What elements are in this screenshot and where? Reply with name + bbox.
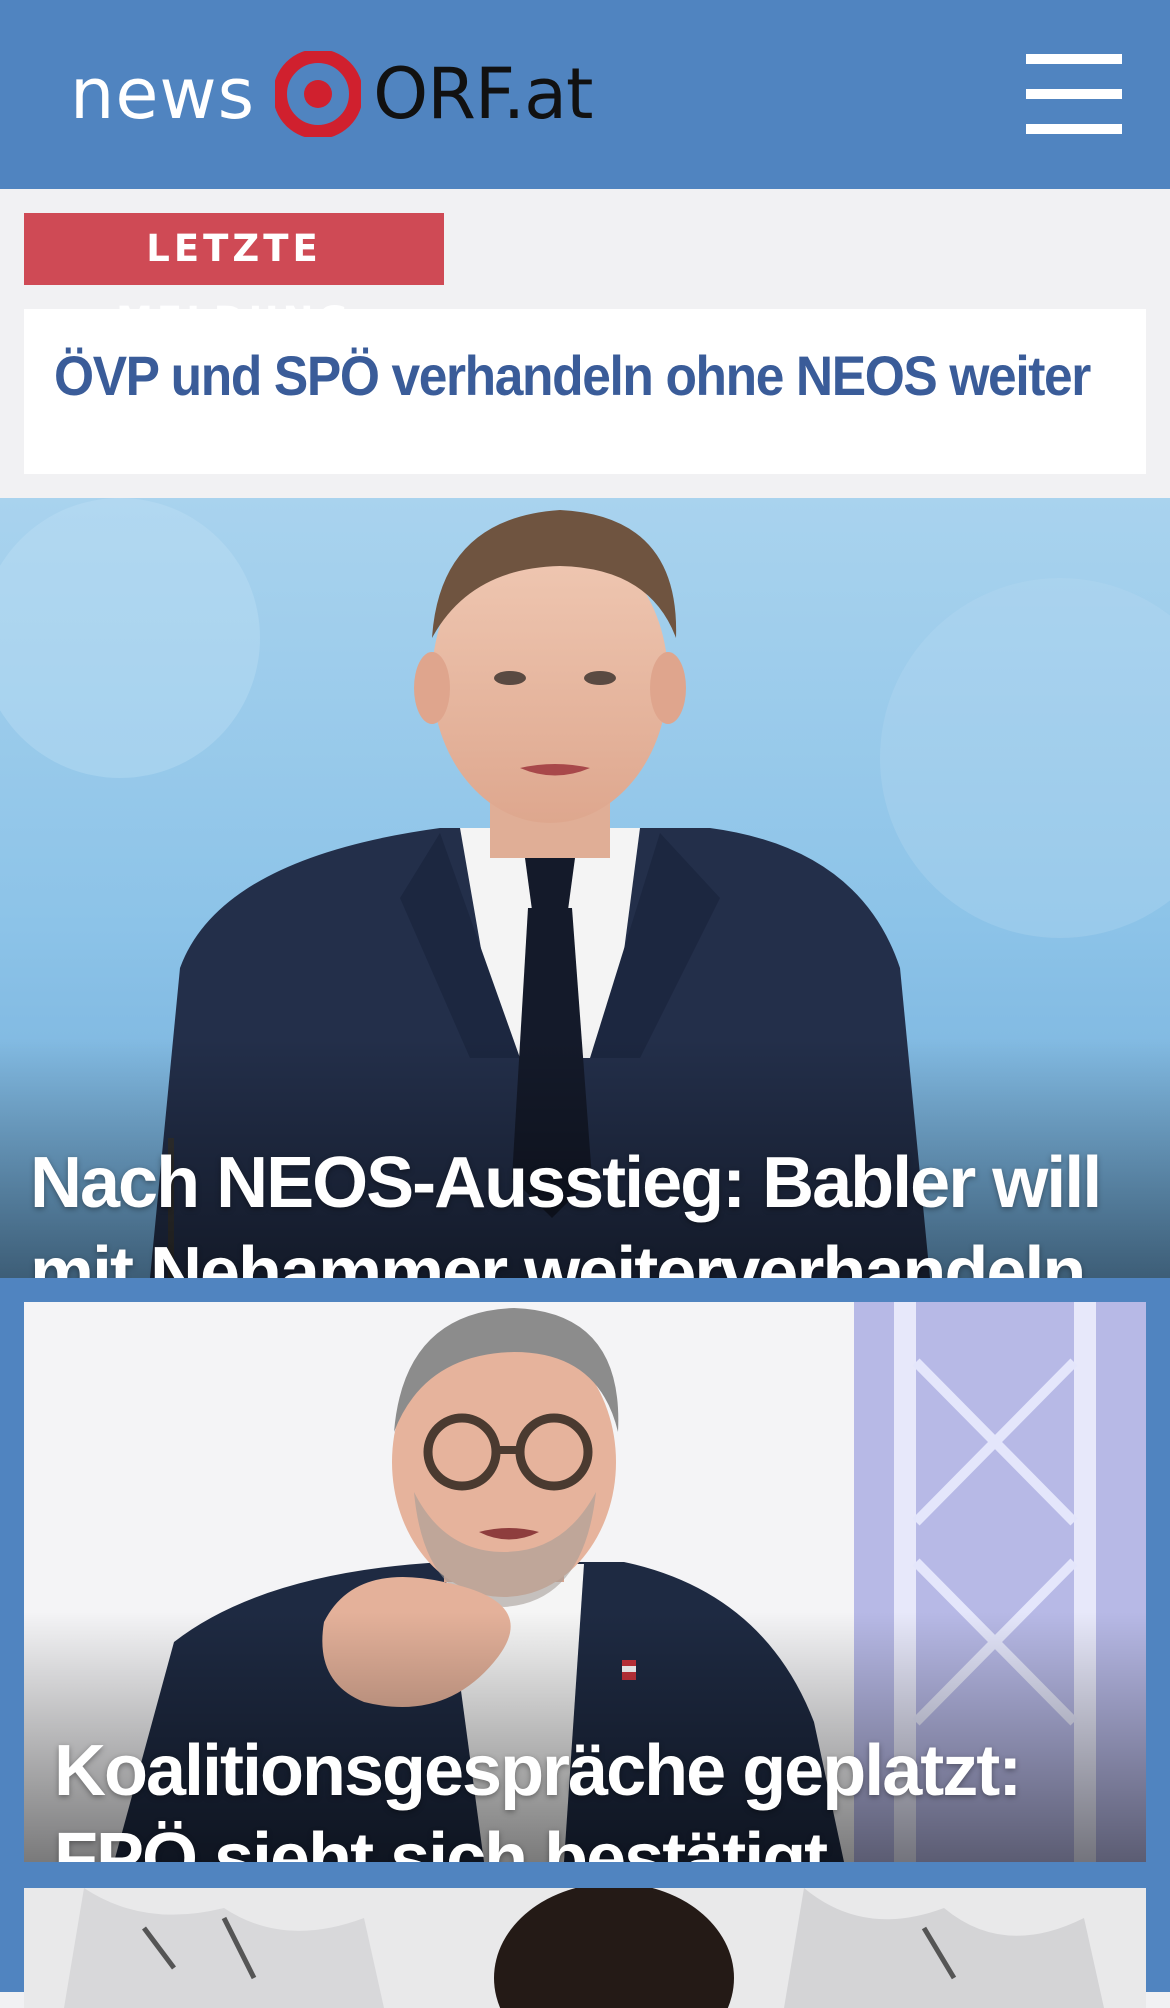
menu-bar-bottom — [1026, 124, 1122, 134]
menu-bar-middle — [1026, 89, 1122, 99]
hamburger-menu-icon[interactable] — [1026, 52, 1122, 136]
breaking-news-section: LETZTE MELDUNG ÖVP und SPÖ verhandeln oh… — [0, 189, 1170, 498]
story-headline: Koalitionsgespräche geplatzt: FPÖ sieht … — [54, 1730, 1022, 1862]
story-card[interactable]: Koalitionsgespräche geplatzt: FPÖ sieht … — [24, 1302, 1146, 1862]
lead-story-card[interactable]: Nach NEOS-Ausstieg: Babler will mit Neha… — [0, 498, 1170, 1278]
orf-eye-logo-icon — [275, 51, 362, 137]
site-header: news ORF.at — [0, 0, 1170, 189]
breaking-news-badge: LETZTE MELDUNG — [24, 213, 444, 342]
breaking-news-link[interactable]: ÖVP und SPÖ verhandeln ohne NEOS weiter — [24, 309, 1146, 474]
story-photo-partial — [24, 1888, 1146, 2008]
menu-bar-top — [1026, 54, 1122, 64]
top-stories-band: Koalitionsgespräche geplatzt: FPÖ sieht … — [0, 1278, 1170, 2008]
lead-story-headline: Nach NEOS-Ausstieg: Babler will mit Neha… — [30, 1142, 1102, 1278]
logo-news-text: news — [70, 53, 256, 135]
breaking-news-headline: ÖVP und SPÖ verhandeln ohne NEOS weiter — [54, 344, 1091, 407]
logo-orf-text: ORF.at — [373, 53, 593, 135]
news-orf-logo[interactable]: news ORF.at — [70, 48, 594, 140]
story-card-partial[interactable] — [24, 1888, 1146, 2008]
